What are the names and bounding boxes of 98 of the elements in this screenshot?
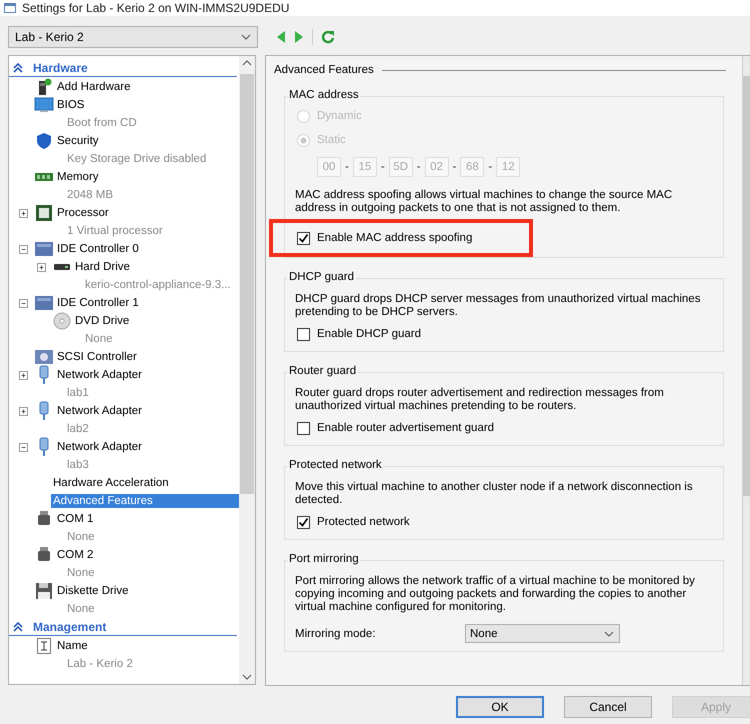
scroll-thumb[interactable] — [240, 74, 254, 494]
radio-label: Dynamic — [317, 110, 362, 122]
checkbox[interactable] — [297, 232, 310, 244]
tree-item[interactable]: SCSI Controller — [55, 350, 139, 364]
tree-item[interactable]: BIOS — [55, 98, 86, 112]
tree-item[interactable]: Network Adapter — [55, 440, 144, 454]
expand-icon[interactable] — [19, 208, 28, 218]
collapse-icon[interactable] — [19, 298, 28, 308]
monitor-icon — [34, 97, 54, 113]
scrollbar[interactable] — [239, 56, 255, 684]
scroll-thumb[interactable] — [743, 76, 750, 496]
separator-dash: - — [416, 161, 421, 173]
tree-item[interactable]: Hard Drive — [73, 260, 132, 274]
item-detail: lab2 — [67, 423, 89, 435]
tree-item[interactable]: Name — [55, 639, 90, 653]
chip-icon — [35, 204, 53, 222]
item-detail: lab3 — [67, 459, 89, 471]
window-title: Settings for Lab - Kerio 2 on WIN-IMMS2U9DEDU — [22, 1, 290, 15]
collapse-icon[interactable] — [13, 62, 23, 72]
separator-dash: - — [345, 161, 349, 173]
vm-dropdown[interactable]: Lab - Kerio 2 — [8, 26, 258, 48]
collapse-icon[interactable] — [19, 244, 28, 254]
panel-title: Advanced Features — [274, 64, 374, 76]
item-detail: Boot from CD — [67, 117, 137, 129]
tree-item[interactable]: IDE Controller 0 — [55, 242, 141, 256]
item-detail: None — [67, 567, 94, 579]
description-text: Port mirroring allows the network traffic of a virtual machine to be monitored by copying incoming and outgoing packets and forwarding the copies to another virtual machine configured for monitoring. — [295, 575, 696, 614]
group-title: Protected network — [287, 459, 384, 471]
group-title: Port mirroring — [287, 553, 361, 565]
separator-dash: - — [452, 161, 456, 173]
expand-icon[interactable] — [37, 262, 46, 272]
checkbox-label: Protected network — [317, 516, 410, 528]
disc-icon — [53, 312, 71, 330]
tree-item[interactable]: DVD Drive — [73, 314, 132, 328]
caret-icon — [241, 34, 251, 40]
group-title: MAC address — [287, 89, 361, 101]
port-icon — [37, 510, 51, 528]
refresh-icon[interactable] — [321, 30, 335, 44]
tree-item[interactable]: Hardware Acceleration — [51, 476, 171, 490]
mirroring-mode-dropdown[interactable]: None — [465, 624, 620, 643]
tree-item[interactable]: COM 1 — [55, 512, 96, 526]
item-detail: lab1 — [67, 387, 89, 399]
tree-item[interactable]: Add Hardware — [55, 80, 133, 94]
description-text: MAC address spoofing allows virtual machines to change the source MAC address in outgoing packets to one that is not assigned to them. — [295, 189, 674, 215]
memory-chip-icon — [34, 171, 54, 183]
tree-item[interactable]: COM 2 — [55, 548, 96, 562]
expand-icon[interactable] — [19, 406, 28, 416]
tree-item[interactable]: Security — [55, 134, 101, 148]
item-detail: Key Storage Drive disabled — [67, 153, 206, 165]
item-detail: None — [67, 531, 94, 543]
checkbox[interactable] — [297, 328, 310, 340]
controller-icon — [34, 241, 54, 257]
description-text: Move this virtual machine to another cluster node if a network disconnection is detected. — [295, 481, 694, 507]
checkbox[interactable] — [297, 516, 310, 528]
expand-icon[interactable] — [19, 370, 28, 380]
tree-item[interactable]: Network Adapter — [55, 404, 144, 418]
checkbox-label: Enable router advertisement guard — [317, 422, 494, 434]
connector-icon — [38, 401, 50, 421]
checkbox-label: Enable MAC address spoofing — [317, 232, 472, 244]
window-icon — [4, 3, 16, 13]
item-detail: None — [85, 333, 112, 345]
text-field-icon — [36, 637, 52, 655]
separator-dash: - — [488, 161, 492, 173]
separator-dash: - — [380, 161, 385, 173]
connector-icon — [38, 437, 50, 457]
drive-icon — [53, 262, 71, 272]
shield-icon — [35, 132, 53, 150]
scrollbar[interactable] — [742, 56, 750, 685]
tree-item[interactable]: IDE Controller 1 — [55, 296, 141, 310]
field-label: Mirroring mode: — [295, 628, 377, 640]
port-icon — [37, 546, 51, 564]
caret-icon — [604, 630, 614, 636]
controller-icon — [34, 295, 54, 311]
group-title: DHCP guard — [287, 271, 356, 283]
description-text: DHCP guard drops DHCP server messages from unauthorized virtual machines pretending to be DHCP servers. — [295, 293, 702, 319]
tree-item[interactable]: Memory — [55, 170, 101, 184]
section-header[interactable]: Hardware — [33, 60, 88, 74]
group-title: Router guard — [287, 365, 358, 377]
dialog-button[interactable]: Cancel — [564, 696, 652, 718]
checkbox[interactable] — [297, 422, 310, 434]
collapse-icon[interactable] — [19, 442, 28, 452]
tree-item[interactable]: Processor — [55, 206, 111, 220]
tree-item[interactable]: Diskette Drive — [55, 584, 131, 598]
collapse-icon[interactable] — [13, 622, 23, 632]
description-text: Router guard drops router advertisement and redirection messages from unauthorized virtual machines pretending to be routers. — [295, 387, 665, 413]
controller-icon — [34, 349, 54, 365]
item-detail: 2048 MB — [67, 189, 114, 201]
dialog-button[interactable]: OK — [456, 696, 544, 718]
checkbox-label: Enable DHCP guard — [317, 328, 421, 340]
connector-icon — [38, 365, 50, 385]
tree-item[interactable]: Advanced Features — [51, 494, 239, 508]
item-detail: None — [67, 603, 94, 615]
section-header[interactable]: Management — [33, 620, 106, 634]
radio-label: Static — [317, 134, 346, 146]
tree-item[interactable]: Network Adapter — [55, 368, 144, 382]
item-detail: kerio-control-appliance-9.3... — [85, 279, 231, 291]
item-detail: Lab - Kerio 2 — [67, 658, 133, 670]
item-detail: 1 Virtual processor — [67, 225, 163, 237]
